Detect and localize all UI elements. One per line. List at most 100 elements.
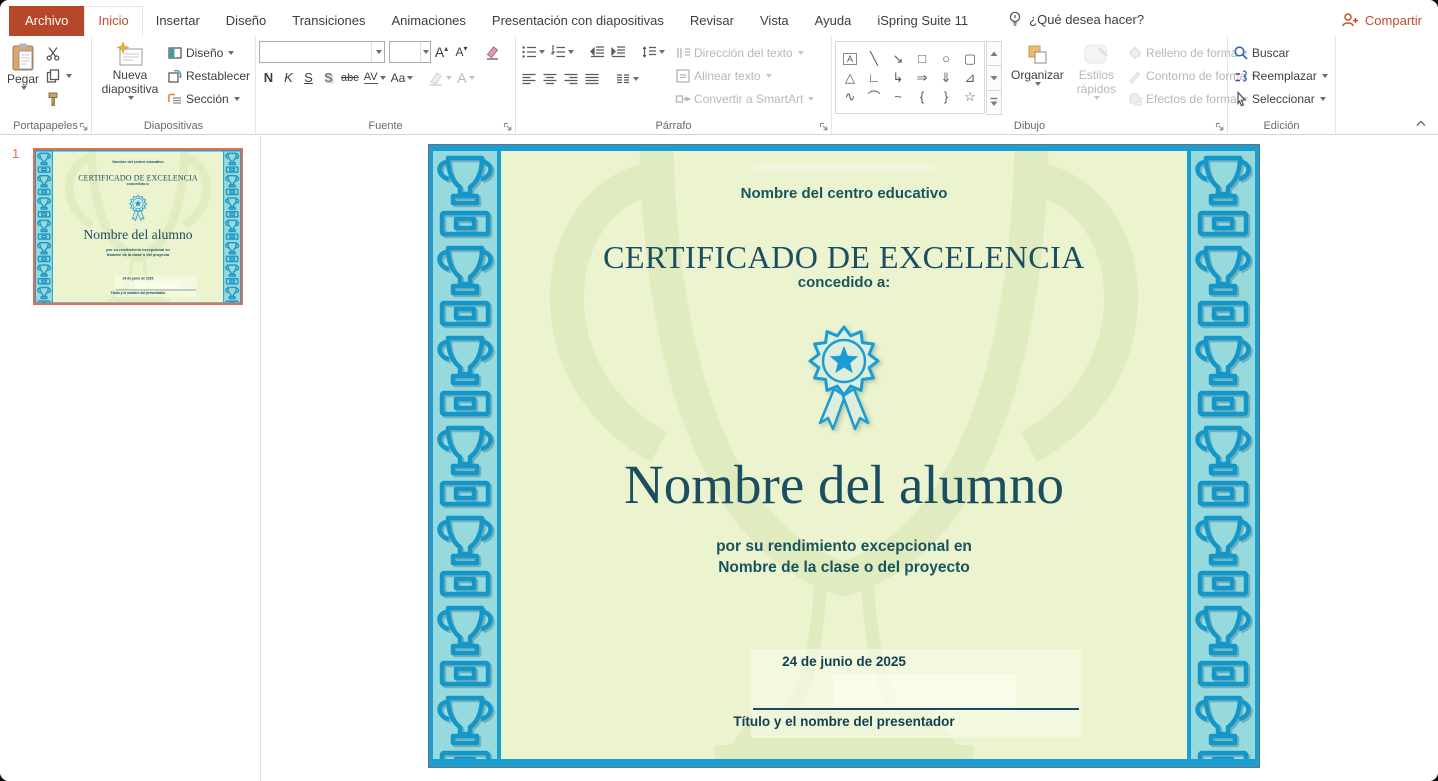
replace-button[interactable]: Reemplazar (1231, 66, 1330, 86)
slide-editing-area[interactable]: Nombre del centro educativo CERTIFICADO … (428, 144, 1260, 768)
shape-star[interactable]: ☆ (958, 87, 982, 106)
shape-arc[interactable]: ⌒ (862, 87, 886, 106)
presenter-text[interactable]: Título y el nombre del presentador (501, 714, 1187, 729)
shape-right-brace[interactable]: } (934, 87, 958, 106)
italic-button[interactable]: K (279, 67, 298, 88)
convert-smartart-button[interactable]: Convertir a SmartArt (673, 89, 816, 109)
justify-button[interactable] (582, 68, 602, 89)
section-button[interactable]: Sección (165, 89, 252, 109)
tab-revisar[interactable]: Revisar (677, 7, 747, 36)
character-spacing-button[interactable]: AV (362, 67, 388, 88)
copy-button[interactable] (43, 66, 74, 86)
text-direction-button[interactable]: Dirección del texto (673, 43, 816, 63)
bullets-button[interactable] (519, 41, 547, 62)
gallery-down-button[interactable] (986, 65, 1002, 90)
tab-transiciones[interactable]: Transiciones (279, 7, 378, 36)
align-center-button[interactable] (540, 68, 560, 89)
certificate-title-text[interactable]: CERTIFICADO DE EXCELENCIA (501, 239, 1187, 276)
tab-presentacion[interactable]: Presentación con diapositivas (479, 7, 677, 36)
font-color-button[interactable]: A (455, 67, 476, 88)
bold-button[interactable]: N (259, 67, 278, 88)
font-name-combobox[interactable] (259, 41, 385, 63)
quick-styles-button[interactable]: Estilos rápidos (1073, 41, 1120, 114)
shape-rectangle[interactable]: □ (910, 49, 934, 68)
tab-insertar[interactable]: Insertar (143, 7, 213, 36)
date-text[interactable]: 24 de junio de 2025 (53, 276, 223, 280)
shape-freeform[interactable]: ⊿ (958, 68, 982, 87)
tab-diseno[interactable]: Diseño (213, 7, 279, 36)
dialog-launcher-icon[interactable] (79, 122, 89, 132)
shape-oval[interactable]: ○ (934, 49, 958, 68)
shape-elbow-connector[interactable]: ∟ (862, 68, 886, 87)
shape-elbow-arrow-connector[interactable]: ↳ (886, 68, 910, 87)
shape-down-arrow[interactable]: ⇓ (934, 68, 958, 87)
select-button[interactable]: Seleccionar (1231, 89, 1330, 109)
school-name-text[interactable]: Nombre del centro educativo (53, 160, 223, 164)
school-name-text[interactable]: Nombre del centro educativo (501, 185, 1187, 202)
gallery-more-button[interactable] (986, 90, 1002, 115)
align-left-button[interactable] (519, 68, 539, 89)
tab-ispring[interactable]: iSpring Suite 11 (864, 7, 981, 36)
align-text-button[interactable]: Alinear texto (673, 66, 816, 86)
share-button[interactable]: Compartir (1341, 12, 1422, 28)
underline-button[interactable]: S (299, 67, 318, 88)
reason-line1-text[interactable]: por su rendimiento excepcional en (53, 248, 223, 252)
shape-rounded-rectangle[interactable]: ▢ (958, 49, 982, 68)
tab-inicio[interactable]: Inicio (84, 6, 142, 37)
increase-indent-button[interactable] (608, 41, 628, 62)
shape-left-brace[interactable]: { (910, 87, 934, 106)
gallery-up-button[interactable] (986, 41, 1002, 66)
columns-button[interactable] (613, 68, 641, 89)
reason-line2-text[interactable]: Nombre de la clase o del proyecto (501, 559, 1187, 577)
strikethrough-button[interactable]: abc (339, 67, 361, 88)
numbering-button[interactable] (548, 41, 576, 62)
arrange-button[interactable]: Organizar (1007, 41, 1068, 114)
signature-placeholder-box[interactable] (135, 281, 180, 289)
font-size-combobox[interactable] (389, 41, 431, 63)
shape-scribble[interactable]: ∿ (838, 87, 862, 106)
presenter-text[interactable]: Título y el nombre del presentador (53, 291, 223, 295)
tab-ayuda[interactable]: Ayuda (802, 7, 865, 36)
font-name-input[interactable] (260, 45, 371, 59)
tell-me-box[interactable]: ¿Qué desea hacer? (1007, 10, 1144, 36)
reason-line2-text[interactable]: Nombre de la clase o del proyecto (53, 253, 223, 257)
tab-animaciones[interactable]: Animaciones (378, 7, 478, 36)
dialog-launcher-icon[interactable] (1215, 122, 1225, 132)
shape-text-box[interactable]: A (843, 53, 857, 65)
shape-line[interactable]: ╲ (862, 49, 886, 68)
slide-layout-button[interactable]: Diseño (165, 43, 252, 63)
align-right-button[interactable] (561, 68, 581, 89)
line-spacing-button[interactable] (639, 41, 667, 62)
shape-isosceles-triangle[interactable]: △ (838, 68, 862, 87)
cut-button[interactable] (43, 43, 74, 63)
tab-vista[interactable]: Vista (747, 7, 802, 36)
student-name-text[interactable]: Nombre del alumno (501, 453, 1187, 516)
paste-button[interactable]: Pegar (3, 41, 43, 114)
date-text[interactable]: 24 de junio de 2025 (501, 654, 1187, 669)
decrease-indent-button[interactable] (587, 41, 607, 62)
shape-curve[interactable]: ~ (886, 87, 910, 106)
award-ribbon-icon[interactable] (798, 323, 890, 433)
change-case-button[interactable]: Aa (389, 67, 416, 88)
format-painter-button[interactable] (43, 89, 74, 109)
find-button[interactable]: Buscar (1231, 43, 1330, 63)
highlight-color-button[interactable] (426, 67, 454, 88)
font-size-input[interactable] (390, 45, 420, 59)
grow-font-button[interactable]: A▴ (432, 42, 451, 63)
text-shadow-button[interactable]: S (319, 67, 338, 88)
shrink-font-button[interactable]: A▾ (452, 42, 471, 63)
awarded-to-text[interactable]: concedido a: (53, 182, 223, 186)
student-name-text[interactable]: Nombre del alumno (53, 226, 223, 242)
clear-formatting-button[interactable] (482, 42, 502, 63)
dialog-launcher-icon[interactable] (503, 122, 513, 132)
reset-slide-button[interactable]: Restablecer (165, 66, 252, 86)
awarded-to-text[interactable]: concedido a: (501, 274, 1187, 291)
tab-archivo[interactable]: Archivo (9, 6, 84, 36)
slide-1-thumbnail[interactable]: Nombre del centro educativo CERTIFICADO … (33, 148, 243, 305)
award-ribbon-icon[interactable] (127, 194, 150, 221)
shape-right-arrow[interactable]: ⇒ (910, 68, 934, 87)
reason-line1-text[interactable]: por su rendimiento excepcional en (501, 538, 1187, 556)
shape-line-arrow[interactable]: ↘ (886, 49, 910, 68)
collapse-ribbon-icon[interactable] (1414, 118, 1428, 128)
dialog-launcher-icon[interactable] (819, 122, 829, 132)
